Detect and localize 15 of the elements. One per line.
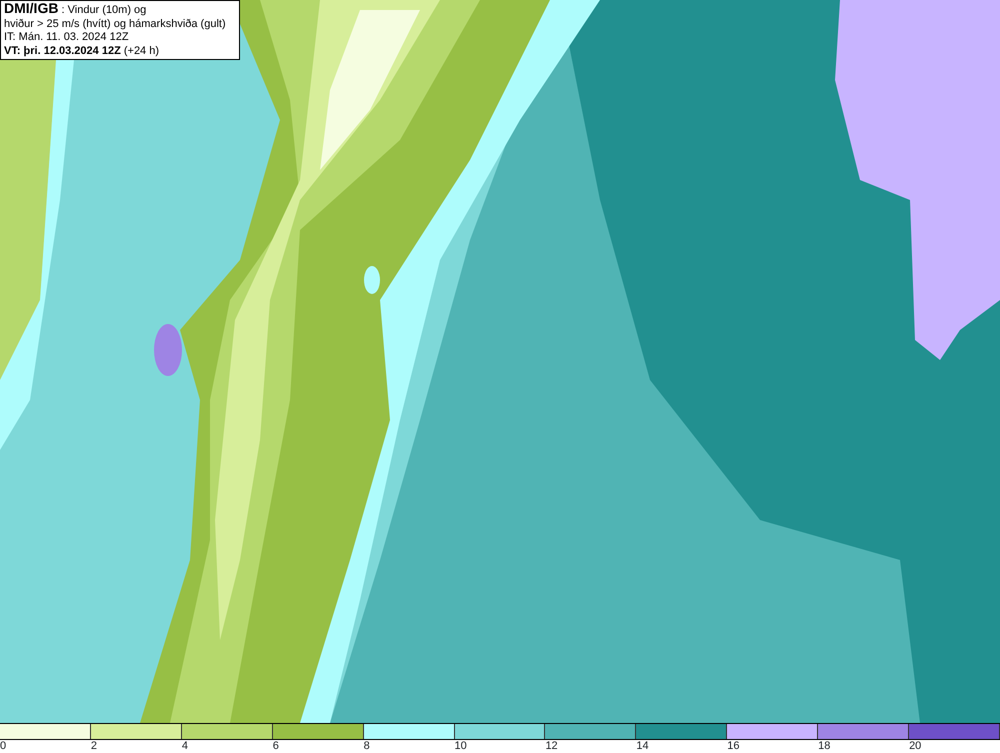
title-line: hviður > 25 m/s (hvítt) og hámarkshviða (gult) [4,18,226,31]
legend-tick-label: 4 [182,740,188,752]
legend-tick-label: 14 [636,740,649,752]
legend-tick-label: 0 [0,740,6,752]
legend-tick-label: 16 [727,740,740,752]
legend-tick-label: 10 [454,740,467,752]
legend-tick-label: 2 [90,740,98,752]
title-line: VT: þri. 12.03.2024 12Z (+24 h) [4,44,160,58]
title-line: IT: Mán. 11. 03. 2024 12Z [4,31,129,44]
legend-tick-label: 18 [818,740,830,752]
legend-tick-label: 20 [909,740,922,752]
legend-tick-label: 6 [272,740,279,752]
title-line: DMI/IGB : Vindur (10m) og [4,2,146,18]
legend-tick-label: 12 [545,740,558,752]
legend-tick-label: 8 [364,740,370,752]
